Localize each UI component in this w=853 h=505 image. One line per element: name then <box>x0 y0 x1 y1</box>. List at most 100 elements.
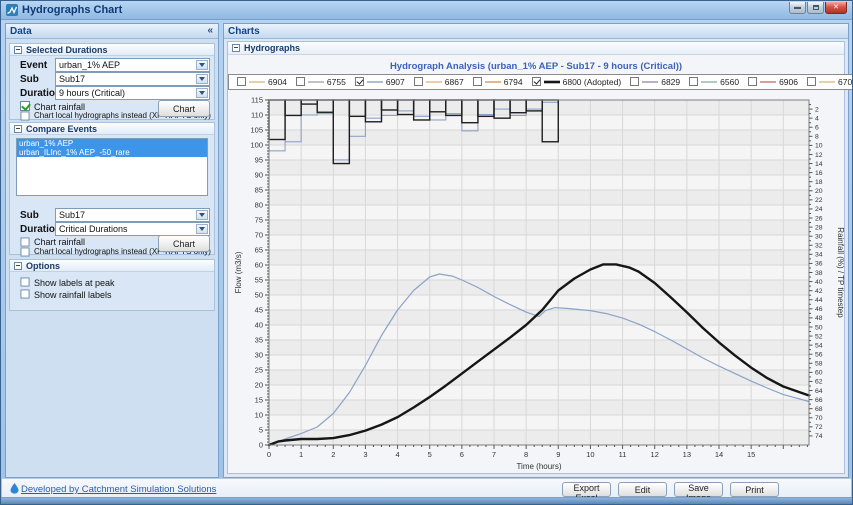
collapse-group-icon[interactable] <box>14 125 22 133</box>
sub-label: Sub <box>20 74 39 85</box>
svg-text:44: 44 <box>815 297 823 304</box>
credit-link[interactable]: Developed by Catchment Simulation Soluti… <box>21 484 216 495</box>
compare-events-list[interactable]: urban_1% AEPurban_ILInc_1% AEP_-50_rare <box>16 138 208 196</box>
chart-button[interactable]: Chart <box>158 100 210 117</box>
svg-text:Time (hours): Time (hours) <box>516 462 561 471</box>
legend-line-swatch <box>642 79 658 85</box>
chart-local-checkbox[interactable] <box>21 112 30 121</box>
legend-checkbox[interactable] <box>355 77 364 86</box>
svg-text:9: 9 <box>556 450 560 459</box>
rainfall-labels-checkbox[interactable] <box>21 290 30 299</box>
close-button[interactable]: ✕ <box>825 2 847 14</box>
maximize-button[interactable] <box>807 2 824 14</box>
legend-item-6867: 6867 <box>414 77 464 87</box>
print-button[interactable]: Print <box>730 482 779 497</box>
rainfall-labels-label: Show rainfall labels <box>34 290 112 300</box>
data-panel-title: Data <box>10 26 32 37</box>
svg-text:46: 46 <box>815 306 823 313</box>
list-item[interactable]: urban_1% AEP <box>17 139 207 148</box>
charts-panel-title: Charts <box>228 26 260 37</box>
svg-text:32: 32 <box>815 243 823 250</box>
event-label: Event <box>20 60 47 71</box>
event-dropdown[interactable]: urban_1% AEP <box>55 58 210 72</box>
legend-line-swatch <box>308 79 324 85</box>
legend-checkbox[interactable] <box>414 77 423 86</box>
selected-durations-group: Selected Durations Event urban_1% AEP Su… <box>9 43 215 120</box>
svg-text:Rainfall (%) / TP timestep: Rainfall (%) / TP timestep <box>836 227 845 318</box>
legend-label: 6906 <box>779 77 798 87</box>
svg-text:54: 54 <box>815 342 823 349</box>
svg-text:1: 1 <box>299 450 303 459</box>
svg-text:20: 20 <box>815 188 823 195</box>
duration-value: 9 hours (Critical) <box>59 88 125 98</box>
compare-chart-local-checkbox[interactable] <box>21 248 30 257</box>
legend-item-6906: 6906 <box>748 77 798 87</box>
save-image-button[interactable]: Save Image <box>674 482 723 497</box>
legend-checkbox[interactable] <box>630 77 639 86</box>
hydrograph-plot: 0510152025303540455055606570758085909510… <box>232 90 846 483</box>
svg-text:4: 4 <box>815 115 819 122</box>
svg-text:50: 50 <box>255 291 263 300</box>
legend-item-6904: 6904 <box>237 77 287 87</box>
chevron-down-icon[interactable] <box>196 224 208 234</box>
svg-text:85: 85 <box>255 186 263 195</box>
svg-text:6: 6 <box>460 450 464 459</box>
legend-checkbox[interactable] <box>532 77 541 86</box>
svg-text:60: 60 <box>255 261 263 270</box>
compare-chart-rainfall-checkbox[interactable] <box>21 238 30 247</box>
charts-panel-header: Charts <box>224 24 848 39</box>
svg-text:12: 12 <box>651 450 659 459</box>
labels-at-peak-checkbox[interactable] <box>21 278 30 287</box>
chart-rainfall-checkbox[interactable] <box>20 101 30 111</box>
titlebar[interactable]: Hydrographs Chart ▬ ✕ <box>1 1 852 20</box>
collapse-group-icon[interactable] <box>14 46 22 54</box>
svg-text:8: 8 <box>815 134 819 141</box>
svg-text:10: 10 <box>586 450 594 459</box>
legend-checkbox[interactable] <box>296 77 305 86</box>
svg-text:66: 66 <box>815 397 823 404</box>
chevron-down-icon[interactable] <box>196 74 208 84</box>
svg-text:6: 6 <box>815 125 819 132</box>
svg-text:95: 95 <box>255 156 263 165</box>
export-excel-button[interactable]: Export Excel <box>562 482 611 497</box>
compare-chart-button[interactable]: Chart <box>158 235 210 252</box>
compare-duration-dropdown[interactable]: Critical Durations <box>55 222 210 236</box>
minimize-button[interactable]: ▬ <box>789 2 806 14</box>
chevron-down-icon[interactable] <box>196 210 208 220</box>
water-drop-icon <box>10 483 19 494</box>
svg-text:62: 62 <box>815 379 823 386</box>
svg-text:58: 58 <box>815 361 823 368</box>
legend-checkbox[interactable] <box>237 77 246 86</box>
list-item[interactable]: urban_ILInc_1% AEP_-50_rare <box>17 148 207 157</box>
duration-dropdown[interactable]: 9 hours (Critical) <box>55 86 210 100</box>
legend-item-6794: 6794 <box>473 77 523 87</box>
collapse-panel-icon[interactable]: « <box>207 25 213 36</box>
chevron-down-icon[interactable] <box>196 88 208 98</box>
svg-text:20: 20 <box>255 381 263 390</box>
collapse-group-icon[interactable] <box>232 44 240 52</box>
legend-checkbox[interactable] <box>689 77 698 86</box>
legend-item-6800: 6800 (Adopted) <box>532 77 622 87</box>
legend-line-swatch <box>701 79 717 85</box>
svg-text:15: 15 <box>255 396 263 405</box>
legend-checkbox[interactable] <box>748 77 757 86</box>
legend-label: 6867 <box>445 77 464 87</box>
selected-durations-title: Selected Durations <box>26 45 108 55</box>
svg-text:70: 70 <box>815 415 823 422</box>
edit-button[interactable]: Edit <box>618 482 667 497</box>
svg-text:8: 8 <box>524 450 528 459</box>
sub-dropdown[interactable]: Sub17 <box>55 72 210 86</box>
selected-durations-header: Selected Durations <box>10 44 214 56</box>
options-title: Options <box>26 261 60 271</box>
svg-text:68: 68 <box>815 406 823 413</box>
legend-line-swatch <box>485 79 501 85</box>
collapse-group-icon[interactable] <box>14 262 22 270</box>
legend-checkbox[interactable] <box>473 77 482 86</box>
chart-legend: 690467556907686767946800 (Adopted)682965… <box>228 73 844 91</box>
chevron-down-icon[interactable] <box>196 60 208 70</box>
compare-sub-dropdown[interactable]: Sub17 <box>55 208 210 222</box>
legend-checkbox[interactable] <box>807 77 816 86</box>
svg-text:13: 13 <box>683 450 691 459</box>
svg-text:50: 50 <box>815 324 823 331</box>
svg-text:30: 30 <box>255 351 263 360</box>
